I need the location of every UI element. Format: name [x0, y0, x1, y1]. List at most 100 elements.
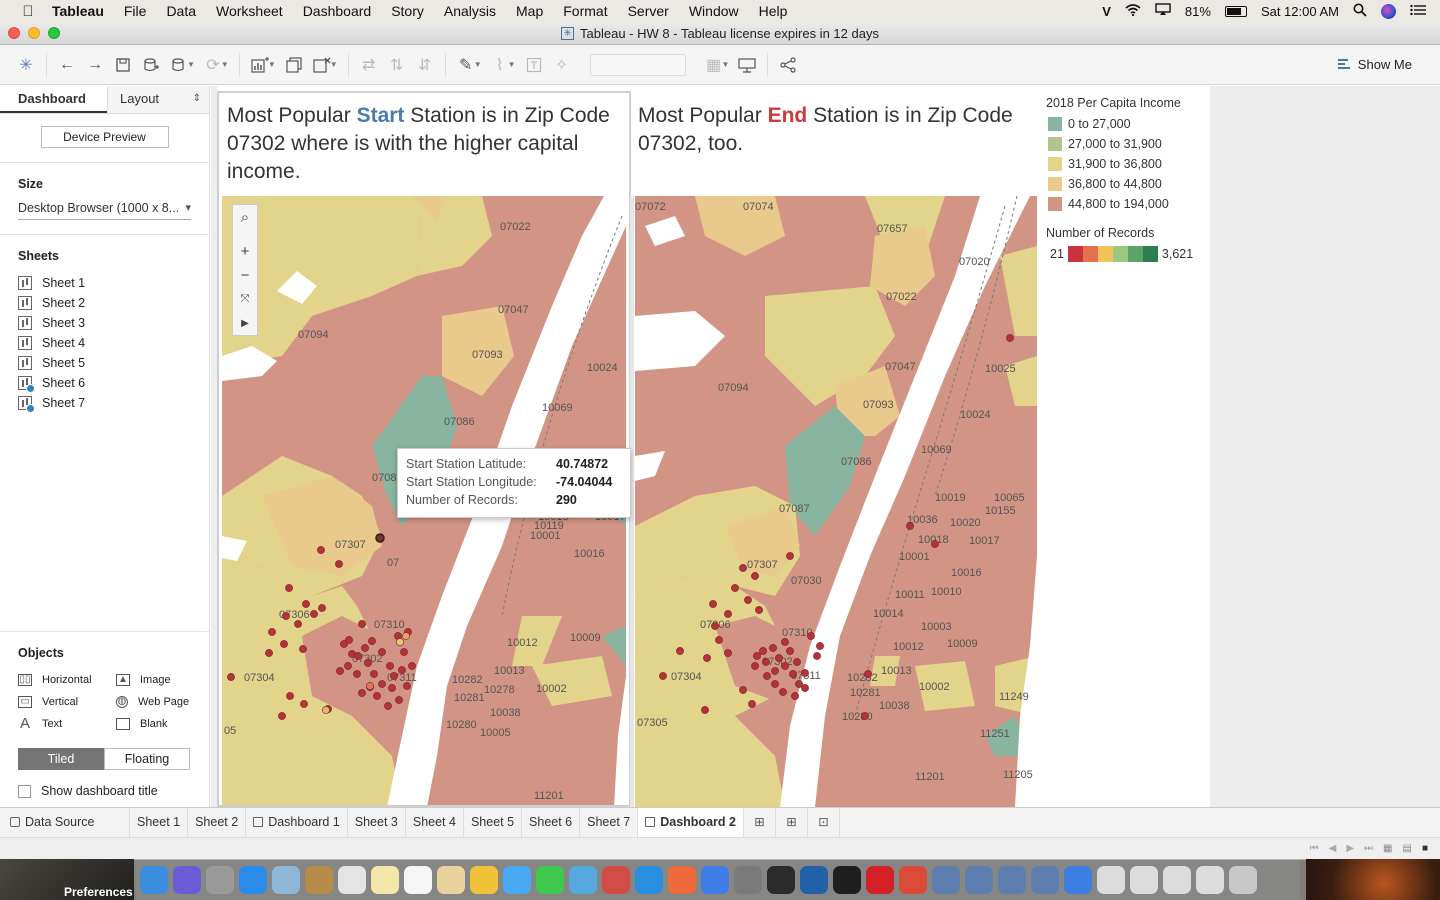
first-page-icon[interactable]: ⏮: [1310, 843, 1319, 854]
device-preview-button[interactable]: Device Preview: [40, 126, 169, 148]
menu-format[interactable]: Format: [553, 0, 617, 22]
station-point[interactable]: [781, 638, 789, 646]
menu-data[interactable]: Data: [156, 0, 206, 22]
chevron-down-icon[interactable]: ▼: [187, 60, 195, 69]
station-point[interactable]: [709, 600, 717, 608]
vectorworks-status-icon[interactable]: V: [1102, 4, 1111, 19]
station-point[interactable]: [676, 647, 684, 655]
wifi-icon[interactable]: [1125, 3, 1141, 19]
object-horizontal[interactable]: ▯▯ Horizontal: [18, 672, 116, 688]
chevron-down-icon[interactable]: ▼: [722, 60, 730, 69]
station-point[interactable]: [282, 612, 290, 620]
tab-sheet-1[interactable]: Sheet 1: [130, 808, 189, 837]
pin-axes-icon[interactable]: ✧: [548, 52, 576, 78]
selected-station-point[interactable]: [375, 533, 385, 543]
dock-app-icon[interactable]: [701, 866, 729, 894]
income-legend[interactable]: 0 to 27,000 27,000 to 31,900 31,900 to 36,…: [1046, 114, 1216, 214]
station-point[interactable]: [280, 640, 288, 648]
station-point[interactable]: [317, 546, 325, 554]
station-point[interactable]: [336, 667, 344, 675]
station-point[interactable]: [396, 638, 404, 646]
object-blank[interactable]: Blank: [116, 716, 214, 732]
map-toolbar-expand-icon[interactable]: ▶: [233, 311, 257, 335]
station-point[interactable]: [366, 682, 374, 690]
station-point[interactable]: [769, 644, 777, 652]
previous-page-icon[interactable]: ◀: [1329, 843, 1337, 854]
dock-app-icon[interactable]: [965, 866, 993, 894]
income-legend-item[interactable]: 44,800 to 194,000: [1046, 194, 1216, 214]
menu-help[interactable]: Help: [749, 0, 798, 22]
next-page-icon[interactable]: ▶: [1346, 843, 1354, 854]
battery-percent[interactable]: 81%: [1185, 4, 1211, 19]
tabs-view-icon[interactable]: ■: [1422, 843, 1428, 854]
dock-app-icon[interactable]: [503, 866, 531, 894]
station-point[interactable]: [318, 604, 326, 612]
station-point[interactable]: [759, 647, 767, 655]
station-point[interactable]: [703, 654, 711, 662]
menu-analysis[interactable]: Analysis: [434, 0, 506, 22]
station-point[interactable]: [1006, 334, 1014, 342]
dock-app-icon[interactable]: [338, 866, 366, 894]
station-point[interactable]: [786, 552, 794, 560]
filmstrip-view-icon[interactable]: ▤: [1403, 843, 1412, 854]
station-point[interactable]: [285, 584, 293, 592]
station-point[interactable]: [931, 540, 939, 548]
station-point[interactable]: [771, 667, 779, 675]
show-title-checkbox[interactable]: [18, 784, 31, 798]
menu-app-name[interactable]: Tableau: [42, 0, 114, 22]
station-point[interactable]: [753, 652, 761, 660]
income-legend-item[interactable]: 36,800 to 44,800: [1046, 174, 1216, 194]
station-point[interactable]: [791, 692, 799, 700]
station-point[interactable]: [403, 682, 411, 690]
dock-app-icon[interactable]: [866, 866, 894, 894]
new-data-source-icon[interactable]: [137, 52, 165, 78]
dock-app-icon[interactable]: [206, 866, 234, 894]
station-point[interactable]: [310, 610, 318, 618]
station-point[interactable]: [384, 702, 392, 710]
battery-icon[interactable]: [1224, 5, 1247, 17]
map-search-icon[interactable]: ⌕: [233, 205, 257, 229]
new-dashboard-tab-icon[interactable]: ⊞: [776, 808, 808, 837]
menu-dashboard[interactable]: Dashboard: [293, 0, 382, 22]
zoom-window-button[interactable]: [48, 27, 60, 39]
sheet-list-item[interactable]: Sheet 5: [0, 353, 209, 373]
object-vertical[interactable]: ▭ Vertical: [18, 694, 116, 710]
station-point[interactable]: [731, 584, 739, 592]
object-text[interactable]: A Text: [18, 716, 116, 732]
dock-app-icon[interactable]: [1130, 866, 1158, 894]
tab-dashboard-2[interactable]: Dashboard 2: [638, 808, 744, 837]
reset-map-icon[interactable]: ⤧: [233, 287, 257, 311]
chevron-down-icon[interactable]: ▼: [474, 60, 482, 69]
tab-data-source[interactable]: Data Source: [0, 808, 130, 837]
station-point[interactable]: [402, 632, 410, 640]
sheet-list-item[interactable]: Sheet 6: [0, 373, 209, 393]
sheet-list-item[interactable]: Sheet 2: [0, 293, 209, 313]
object-image[interactable]: ▲ Image: [116, 672, 214, 688]
sheet-sorter-view-icon[interactable]: ▦: [1383, 843, 1392, 854]
station-point[interactable]: [408, 662, 416, 670]
station-point[interactable]: [789, 670, 797, 678]
tableau-logo-icon[interactable]: ✳: [12, 52, 40, 78]
station-point[interactable]: [755, 606, 763, 614]
sheet-list-item[interactable]: Sheet 3: [0, 313, 209, 333]
station-point[interactable]: [864, 670, 872, 678]
station-point[interactable]: [278, 712, 286, 720]
station-point[interactable]: [701, 706, 709, 714]
start-station-title[interactable]: Most Popular Start Station is in Zip Cod…: [227, 102, 627, 186]
station-point[interactable]: [659, 672, 667, 680]
station-point[interactable]: [335, 560, 343, 568]
undo-icon[interactable]: ←: [53, 52, 81, 78]
tiled-button[interactable]: Tiled: [18, 748, 104, 770]
station-point[interactable]: [390, 672, 398, 680]
menu-story[interactable]: Story: [381, 0, 434, 22]
dock-app-icon[interactable]: [932, 866, 960, 894]
menu-window[interactable]: Window: [679, 0, 749, 22]
tab-sheet-7[interactable]: Sheet 7: [580, 808, 639, 837]
dock-app-icon[interactable]: [272, 866, 300, 894]
end-station-map[interactable]: 07072 07074 07657 07020 07022 07047 1002…: [635, 196, 1037, 807]
dock-app-icon[interactable]: [1097, 866, 1125, 894]
station-point[interactable]: [370, 670, 378, 678]
station-point[interactable]: [373, 692, 381, 700]
share-icon[interactable]: [774, 52, 802, 78]
station-point[interactable]: [300, 700, 308, 708]
